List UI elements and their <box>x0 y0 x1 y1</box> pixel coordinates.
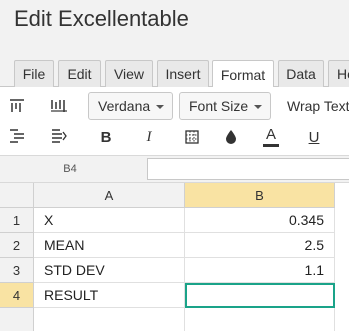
formula-bar: B4 <box>0 155 349 183</box>
column-header-b[interactable]: B <box>185 183 335 208</box>
italic-button[interactable]: I <box>138 127 160 147</box>
chevron-down-icon <box>254 105 263 109</box>
chevron-down-icon <box>156 105 165 109</box>
spreadsheet-grid: A B 1 X 0.345 2 MEAN 2.5 3 STD DEV 1.1 4… <box>0 183 349 331</box>
tab-edit[interactable]: Edit <box>58 60 101 87</box>
borders-icon[interactable] <box>181 127 203 147</box>
page-title: Edit Excellentable <box>14 6 189 31</box>
text-color-swatch <box>263 144 279 147</box>
bold-button[interactable]: B <box>95 127 117 147</box>
font-family-value: Verdana <box>98 98 151 114</box>
cell-a1[interactable]: X <box>34 208 185 233</box>
cell-b2[interactable]: 2.5 <box>185 233 335 258</box>
row-header-selected[interactable]: 4 <box>0 283 34 308</box>
menu-tabs: File Edit View Insert Format Data He <box>0 52 349 88</box>
font-size-select[interactable]: Font Size <box>179 92 271 120</box>
outdent-icon[interactable] <box>50 127 68 145</box>
text-color-button[interactable]: A <box>260 127 282 147</box>
tab-help[interactable]: He <box>328 60 349 87</box>
cell-a2[interactable]: MEAN <box>34 233 185 258</box>
tab-insert[interactable]: Insert <box>157 60 209 87</box>
underline-button[interactable]: U <box>303 127 325 147</box>
formula-input[interactable] <box>147 158 349 180</box>
text-color-glyph: A <box>265 126 276 143</box>
row-header[interactable]: 1 <box>0 208 34 233</box>
tab-view[interactable]: View <box>105 60 153 87</box>
cell-b4-selected[interactable] <box>185 283 335 308</box>
column-header-a[interactable]: A <box>34 183 185 208</box>
align-middle-icon[interactable] <box>50 97 68 115</box>
format-toolbar: Verdana Font Size Wrap Text B I A U <box>0 87 349 155</box>
cell-b3[interactable]: 1.1 <box>185 258 335 283</box>
fill-color-icon[interactable] <box>220 127 242 147</box>
tab-file[interactable]: File <box>14 60 54 87</box>
align-top-icon[interactable] <box>8 97 26 115</box>
cell-a3[interactable]: STD DEV <box>34 258 185 283</box>
wrap-text-button[interactable]: Wrap Text <box>287 98 349 114</box>
indent-icon[interactable] <box>8 127 26 145</box>
tab-data[interactable]: Data <box>278 60 324 87</box>
font-family-select[interactable]: Verdana <box>88 92 173 120</box>
row-header[interactable]: 3 <box>0 258 34 283</box>
row-header[interactable]: 2 <box>0 233 34 258</box>
row-header[interactable] <box>0 308 34 331</box>
cell-a5[interactable] <box>34 308 185 331</box>
cell-b5[interactable] <box>185 308 335 331</box>
select-all-corner[interactable] <box>0 183 34 208</box>
tab-format[interactable]: Format <box>212 60 274 88</box>
cell-b1[interactable]: 0.345 <box>185 208 335 233</box>
cell-a4[interactable]: RESULT <box>34 283 185 308</box>
cell-reference: B4 <box>63 163 77 175</box>
font-size-value: Font Size <box>189 98 249 114</box>
title-bar: Edit Excellentable <box>0 0 349 52</box>
